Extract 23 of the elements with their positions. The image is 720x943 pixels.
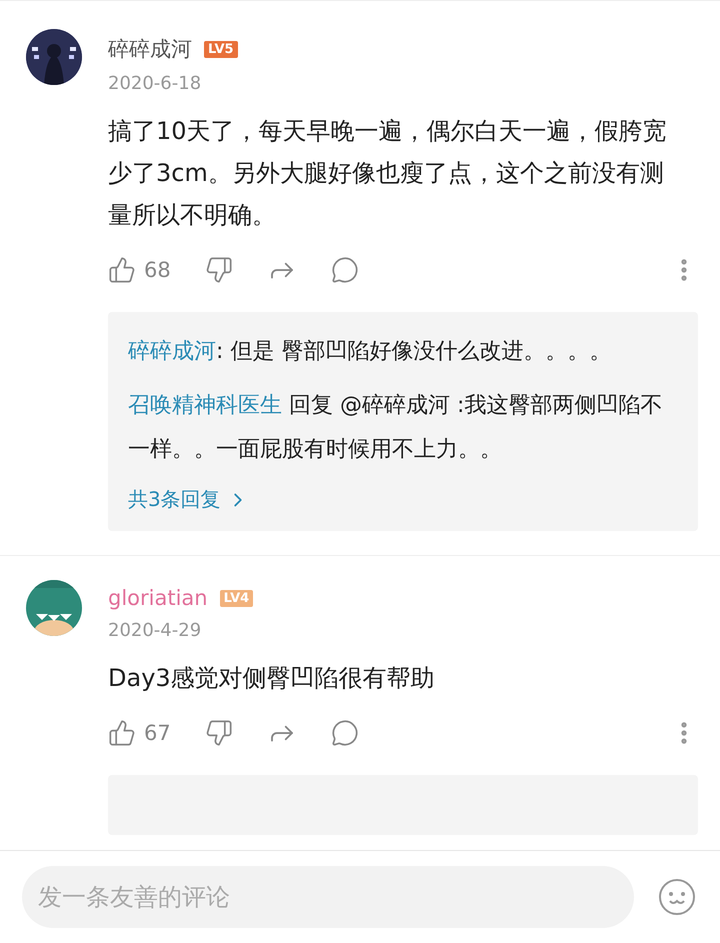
- reply-text: 召唤精神科医生 回复 @碎碎成河 :我这臀部两侧凹陷不一样。。一面屁股有时候用不上力。。: [128, 392, 664, 464]
- emoji-icon[interactable]: [658, 878, 696, 916]
- comment-text: 搞了10天了，每天早晚一遍，偶尔白天一遍，假胯宽少了3cm。另外大腿好像也瘦了点，这个之前没有测量所以不明确。: [108, 116, 668, 231]
- more-replies-link[interactable]: 共3条回复: [128, 486, 678, 513]
- comment-date: 2020-6-18: [108, 73, 202, 94]
- like-button[interactable]: 68: [108, 256, 171, 284]
- like-button[interactable]: 67: [108, 719, 171, 747]
- thumbs-up-icon[interactable]: [108, 256, 136, 284]
- comment-date: 2020-4-29: [108, 620, 202, 641]
- level-badge: LV4: [220, 590, 254, 606]
- comment-text: Day3感觉对侧臀凹陷很有帮助: [108, 663, 436, 694]
- dislike-icon[interactable]: [204, 256, 233, 284]
- username[interactable]: 碎碎成河: [108, 35, 192, 63]
- comment-icon[interactable]: [330, 719, 359, 747]
- reply-author[interactable]: 碎碎成河: [128, 339, 216, 364]
- dislike-icon[interactable]: [204, 719, 233, 747]
- username[interactable]: gloriatian: [108, 586, 208, 610]
- comment-icon[interactable]: [330, 256, 359, 284]
- comment-input[interactable]: 发一条友善的评论: [22, 866, 634, 928]
- reply-text: 碎碎成河: 但是 臀部凹陷好像没什么改进。。。。: [128, 338, 612, 366]
- reply-author[interactable]: 召唤精神科医生: [128, 393, 282, 418]
- level-badge: LV5: [204, 40, 238, 58]
- thumbs-up-icon[interactable]: [108, 719, 136, 747]
